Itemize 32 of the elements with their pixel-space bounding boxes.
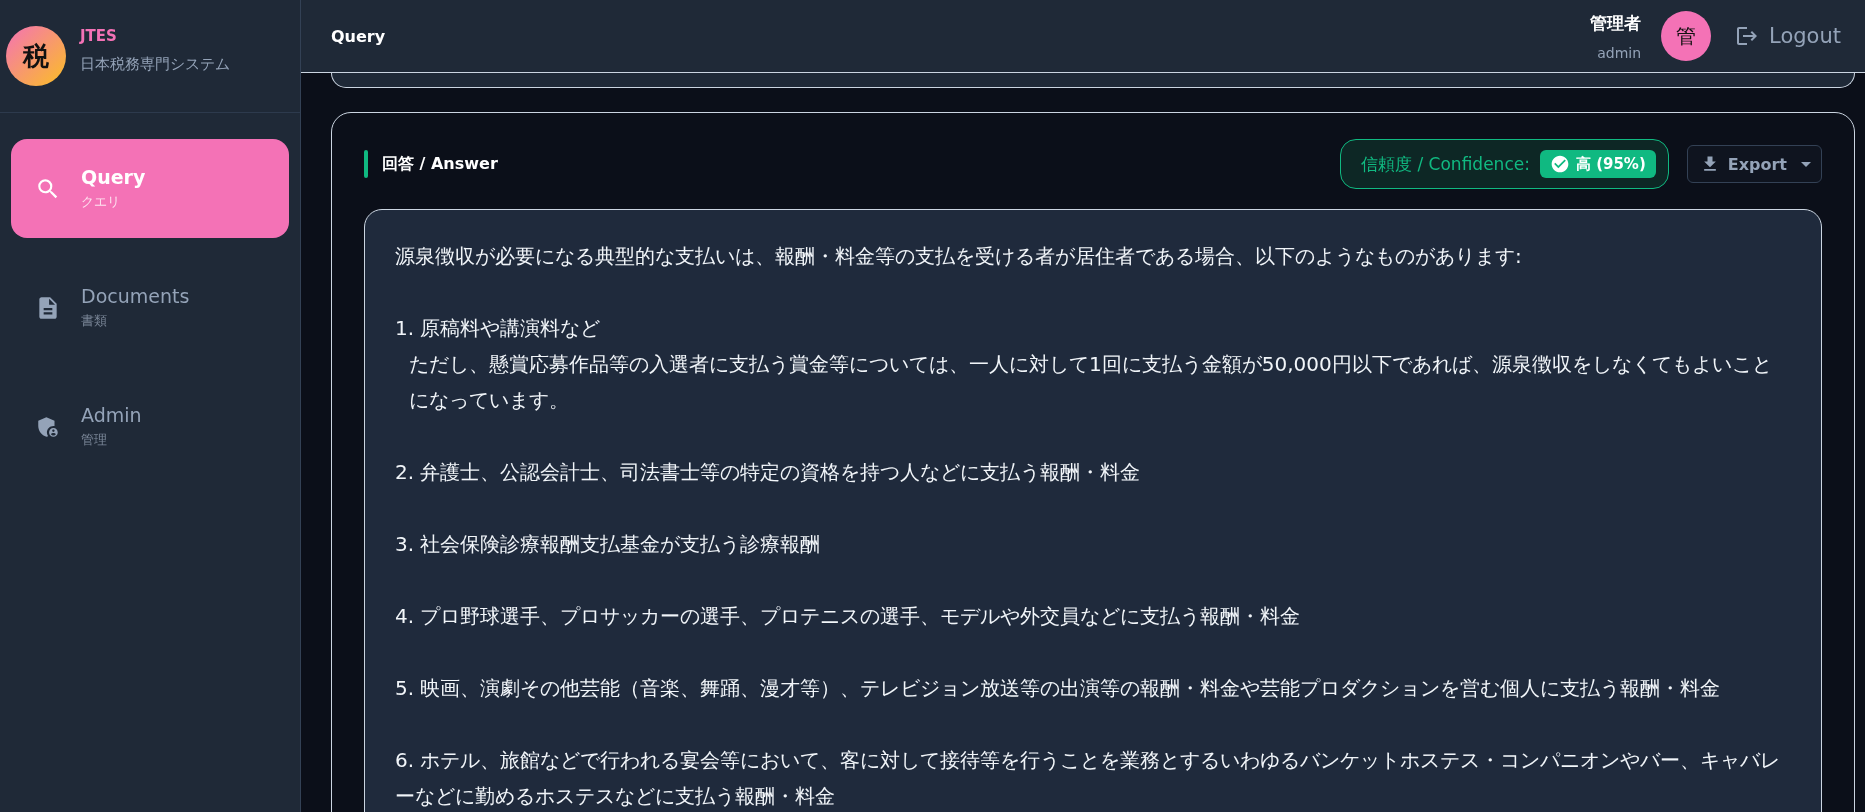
answer-item: 1. 原稿料や講演料など: [395, 315, 602, 342]
export-button[interactable]: Export: [1686, 145, 1822, 183]
nav-item[interactable]: Documents 書類: [11, 258, 289, 357]
user-name: 管理者: [1590, 11, 1642, 35]
nav-label: Admin: [81, 404, 142, 426]
confidence-label: 信頼度 / Confidence:: [1361, 152, 1530, 176]
nav-sublabel: 書類: [81, 312, 108, 330]
nav-item[interactable]: Admin 管理: [11, 377, 289, 476]
answer-title: 回答 / Answer: [382, 153, 499, 175]
answer-intro: 源泉徴収が必要になる典型的な支払いは、報酬・料金等の支払を受ける者が居住者である場合、以下のようなものがあります:: [395, 243, 1523, 270]
nav-sublabel: クエリ: [81, 193, 121, 211]
app-title: JTES: [80, 26, 118, 45]
logo-mark: 税: [6, 26, 66, 86]
logout-button[interactable]: Logout: [1735, 24, 1841, 48]
answer-item: 4. プロ野球選手、プロサッカーの選手、プロテニスの選手、モデルや外交員などに支払う報酬・料金: [395, 603, 1302, 630]
confidence-badge: 高 (95%): [1539, 150, 1656, 178]
answer-item: 5. 映画、演劇その他芸能（音楽、舞踊、漫才等）、テレビジョン放送等の出演等の報酬・料金や芸能プロダクションを営む個人に支払う報酬・料金: [395, 675, 1722, 702]
app-subtitle: 日本税務専門システム: [80, 54, 230, 74]
logout-icon: [1735, 24, 1760, 48]
page-title: Query: [331, 26, 387, 46]
check-icon: [1549, 154, 1570, 174]
nav-label: Query: [81, 166, 146, 188]
answer-item: 2. 弁護士、公認会計士、司法書士等の特定の資格を持つ人などに支払う報酬・料金: [395, 459, 1142, 486]
caret-icon: [1801, 161, 1811, 167]
answer-note: ただし、懸賞応募作品等の入選者に支払う賞金等については、一人に対して1回に支払う金額が50,000円以下であれば、源泉徴収をしなくてもよいことになっています。: [408, 351, 1773, 414]
answer-item: 6. ホテル、旅館などで行われる宴会等において、客に対して接待等を行うことを業務とするいわゆるバンケットホステス・コンパニオンやバー、キャバレーなどに勤めるホステスなどに支払う報酬・料金: [395, 747, 1782, 810]
nav-sublabel: 管理: [81, 431, 108, 449]
user-role: admin: [1597, 44, 1642, 61]
answer-item: 3. 社会保険診療報酬支払基金が支払う診療報酬: [395, 531, 822, 558]
user-avatar[interactable]: 管: [1661, 11, 1712, 61]
accent-bar: [364, 150, 368, 178]
nav-label: Documents: [81, 285, 190, 307]
